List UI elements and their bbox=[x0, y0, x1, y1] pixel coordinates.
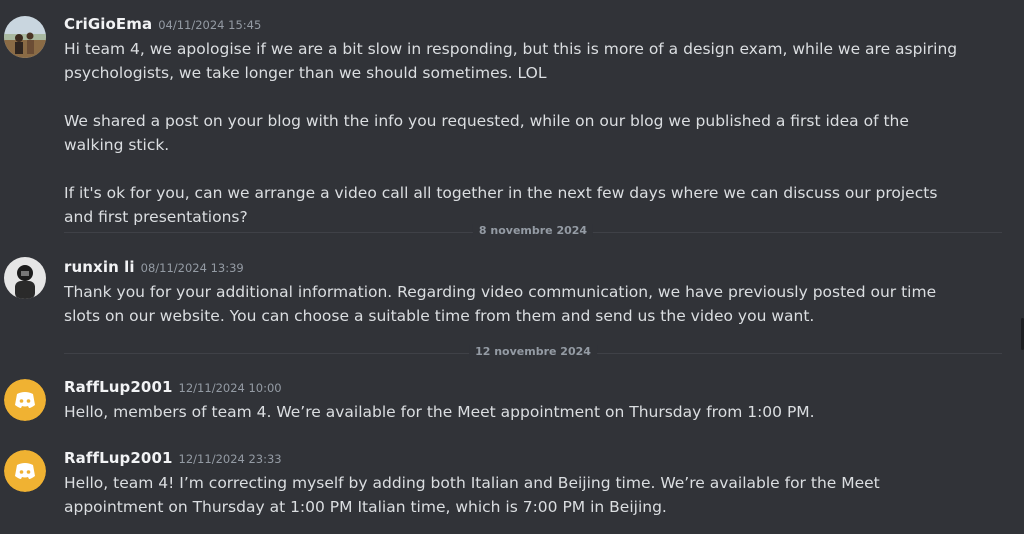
message-header: runxin li 08/11/2024 13:39 bbox=[64, 257, 244, 279]
discord-icon bbox=[15, 392, 35, 408]
timestamp: 08/11/2024 13:39 bbox=[140, 261, 244, 275]
chat-messages: CriGioEma 04/11/2024 15:45 Hi team 4, we … bbox=[0, 0, 1024, 534]
message-content: Hi team 4, we apologise if we are a bit … bbox=[64, 37, 964, 229]
message: RaffLup2001 12/11/2024 10:00 Hello, membe… bbox=[0, 377, 1010, 425]
discord-icon bbox=[15, 463, 35, 479]
message-text: We shared a post on your blog with the i… bbox=[64, 112, 909, 154]
avatar[interactable] bbox=[4, 379, 46, 421]
username[interactable]: RaffLup2001 bbox=[64, 378, 173, 396]
avatar[interactable] bbox=[4, 16, 46, 58]
date-divider: 12 novembre 2024 bbox=[64, 345, 1002, 358]
message-content: Hello, members of team 4. We’re availabl… bbox=[64, 400, 964, 424]
message-header: CriGioEma 04/11/2024 15:45 bbox=[64, 14, 261, 36]
message-content: Hello, team 4! I’m correcting myself by … bbox=[64, 471, 959, 519]
username[interactable]: runxin li bbox=[64, 258, 135, 276]
message-text: Hello, members of team 4. We’re availabl… bbox=[64, 403, 815, 421]
message: RaffLup2001 12/11/2024 23:33 Hello, team … bbox=[0, 448, 1010, 520]
avatar[interactable] bbox=[4, 257, 46, 299]
username[interactable]: RaffLup2001 bbox=[64, 449, 173, 467]
message-text: Hello, team 4! I’m correcting myself by … bbox=[64, 474, 880, 516]
date-divider-label: 8 novembre 2024 bbox=[472, 224, 594, 237]
message-text: Hi team 4, we apologise if we are a bit … bbox=[64, 40, 958, 82]
message-header: RaffLup2001 12/11/2024 23:33 bbox=[64, 448, 282, 470]
message: CriGioEma 04/11/2024 15:45 Hi team 4, we … bbox=[0, 14, 1010, 226]
message-content: Thank you for your additional informatio… bbox=[64, 280, 949, 328]
timestamp: 12/11/2024 10:00 bbox=[178, 381, 282, 395]
message-text: If it's ok for you, can we arrange a vid… bbox=[64, 184, 938, 226]
username[interactable]: CriGioEma bbox=[64, 15, 152, 33]
date-divider-label: 12 novembre 2024 bbox=[469, 345, 597, 358]
timestamp: 04/11/2024 15:45 bbox=[158, 18, 262, 32]
timestamp: 12/11/2024 23:33 bbox=[178, 452, 282, 466]
avatar[interactable] bbox=[4, 450, 46, 492]
message-header: RaffLup2001 12/11/2024 10:00 bbox=[64, 377, 282, 399]
date-divider: 8 novembre 2024 bbox=[64, 224, 1002, 237]
message: runxin li 08/11/2024 13:39 Thank you for … bbox=[0, 257, 1010, 327]
message-text: Thank you for your additional informatio… bbox=[64, 283, 937, 325]
